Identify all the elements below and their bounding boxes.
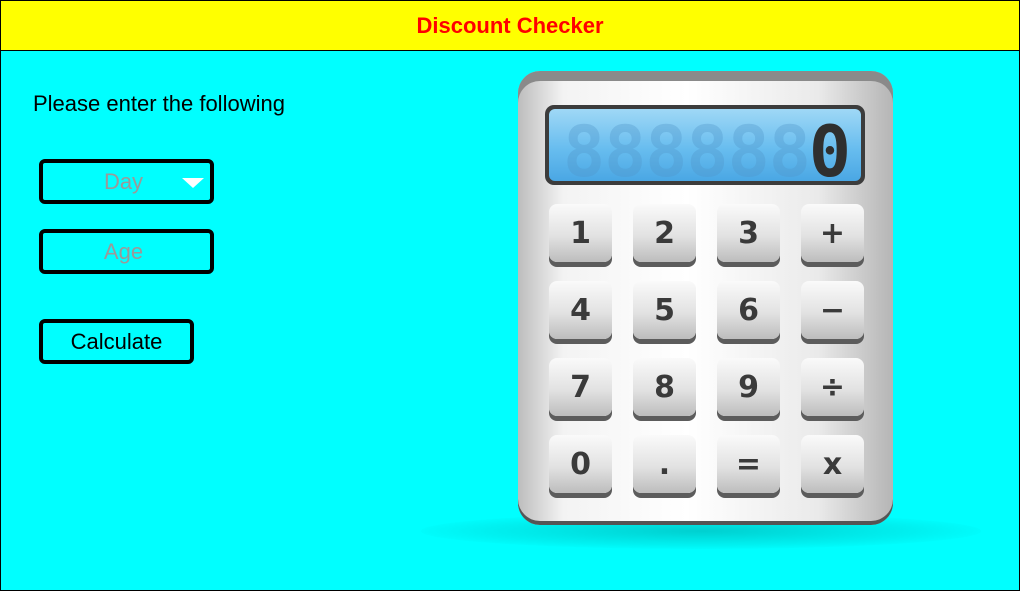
age-placeholder: Age xyxy=(103,238,144,264)
calculator-display: 888888 0 xyxy=(545,105,865,185)
header-bar: Discount Checker xyxy=(1,1,1019,51)
key-label: x xyxy=(822,446,843,482)
key-label: 0 xyxy=(570,446,591,482)
app-window: Discount Checker Please enter the follow… xyxy=(0,0,1020,591)
day-select[interactable]: Day xyxy=(39,159,214,204)
key-4: 4 xyxy=(549,281,612,339)
key-0: 0 xyxy=(549,435,612,493)
display-digit: 0 xyxy=(808,111,851,181)
key-multiply: x xyxy=(801,435,864,493)
key-9: 9 xyxy=(717,358,780,416)
key-label: 5 xyxy=(654,292,675,328)
key-3: 3 xyxy=(717,204,780,262)
key-label: 4 xyxy=(570,292,591,328)
key-decimal: . xyxy=(633,435,696,493)
key-label: 2 xyxy=(654,215,675,251)
calculate-button[interactable]: Calculate xyxy=(39,319,194,364)
key-label: = xyxy=(735,446,762,482)
key-1: 1 xyxy=(549,204,612,262)
key-7: 7 xyxy=(549,358,612,416)
key-label: 1 xyxy=(570,215,591,251)
dropdown-arrow-icon xyxy=(182,178,204,188)
key-label: 3 xyxy=(738,215,759,251)
key-6: 6 xyxy=(717,281,780,339)
key-label: . xyxy=(658,446,671,482)
key-equals: = xyxy=(717,435,780,493)
display-segments: 888888 xyxy=(563,111,811,181)
page-title: Discount Checker xyxy=(416,12,604,38)
key-8: 8 xyxy=(633,358,696,416)
key-label: − xyxy=(819,292,846,328)
key-label: ÷ xyxy=(819,369,846,405)
key-divide: ÷ xyxy=(801,358,864,416)
key-5: 5 xyxy=(633,281,696,339)
key-label: 6 xyxy=(738,292,759,328)
key-2: 2 xyxy=(633,204,696,262)
instruction-text: Please enter the following xyxy=(33,91,285,116)
key-label: 9 xyxy=(738,369,759,405)
key-label: 7 xyxy=(570,369,591,405)
key-minus: − xyxy=(801,281,864,339)
key-label: + xyxy=(819,215,846,251)
calculator-image: 888888 0 1 2 3 +4 5 6 − 7 8 9 ÷ 0. = x xyxy=(518,71,893,525)
key-label: 8 xyxy=(654,369,675,405)
age-input[interactable]: Age xyxy=(39,229,214,274)
key-plus: + xyxy=(801,204,864,262)
day-placeholder: Day xyxy=(103,168,144,194)
